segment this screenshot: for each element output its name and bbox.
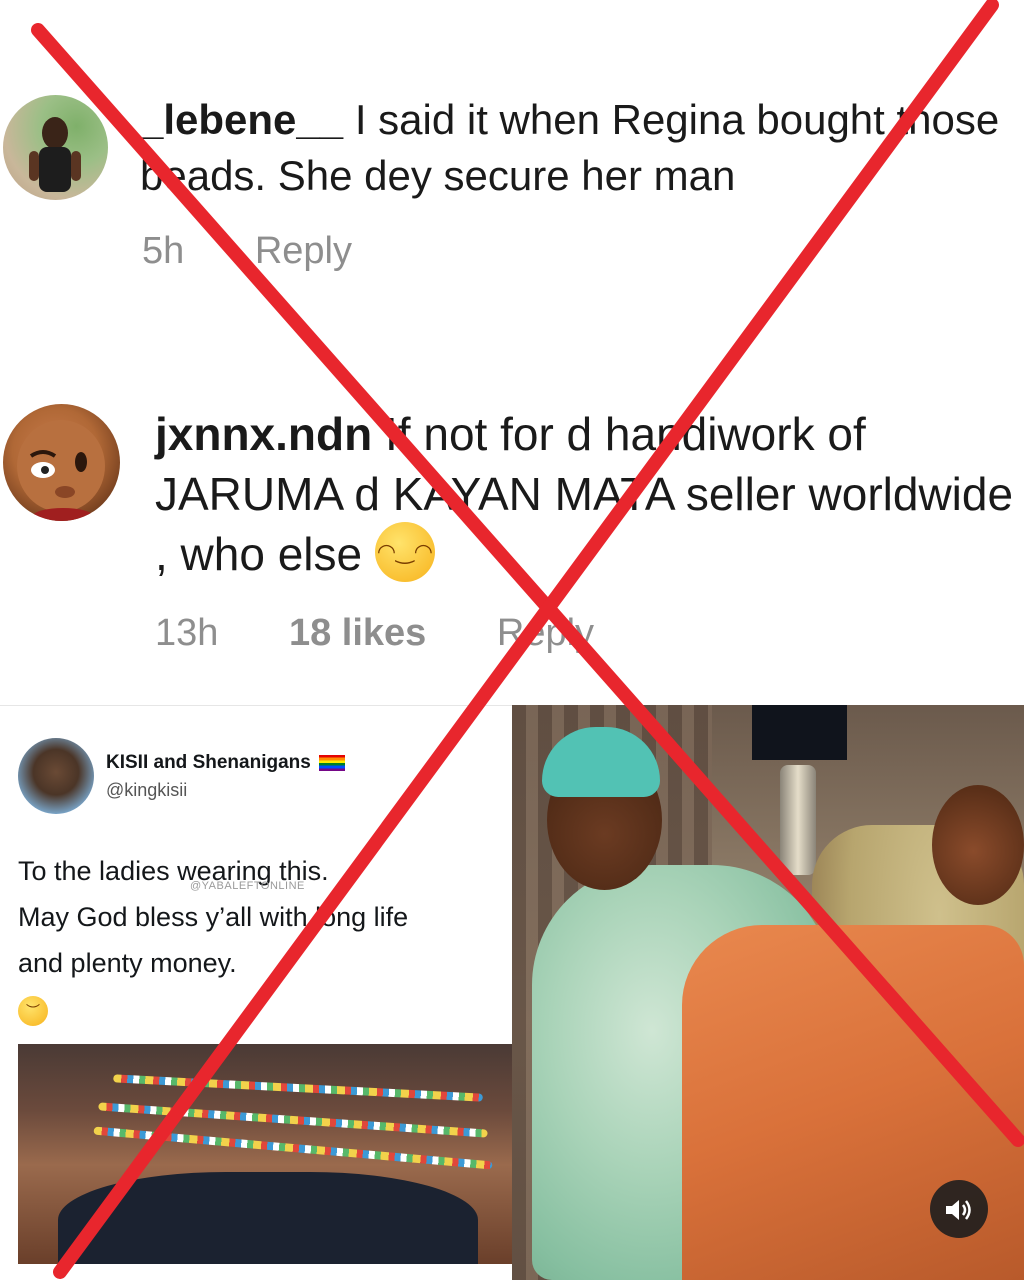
reply-button[interactable]: Reply bbox=[497, 612, 594, 654]
comment-username[interactable]: _lebene__ bbox=[140, 96, 343, 143]
rolling-laughing-emoji-icon: ◠‿◠ bbox=[374, 521, 435, 582]
shorts-shape bbox=[58, 1172, 478, 1264]
bead-strand bbox=[113, 1074, 483, 1102]
tweet-line: May God bless y’all with long life bbox=[18, 902, 409, 932]
comment-text: _lebene__ I said it when Regina bought t… bbox=[140, 92, 1015, 204]
comment-meta: 13h 18 likes Reply bbox=[155, 612, 654, 655]
comment-username[interactable]: jxnnx.ndn bbox=[155, 408, 372, 460]
cartoon-face-icon bbox=[17, 420, 105, 521]
reply-button[interactable]: Reply bbox=[255, 230, 352, 272]
comment-time: 5h bbox=[142, 230, 185, 272]
lamp-base bbox=[780, 765, 816, 875]
watermark: @YABALEFTONLINE bbox=[190, 880, 305, 892]
comment-text: jxnnx.ndn If not for d handiwork of JARU… bbox=[155, 404, 1015, 588]
lamp-shade bbox=[752, 705, 847, 760]
tweet-line: and plenty money. bbox=[18, 948, 237, 978]
commenter-avatar[interactable] bbox=[3, 95, 108, 200]
speaker-icon[interactable] bbox=[930, 1180, 988, 1238]
comment-likes[interactable]: 18 likes bbox=[289, 612, 426, 654]
weary-face-emoji-icon: ︶ bbox=[18, 996, 48, 1026]
comment-meta: 5h Reply bbox=[142, 230, 412, 273]
commenter-avatar[interactable] bbox=[3, 404, 120, 521]
tweet-text: To the ladies wearing this. May God bles… bbox=[18, 848, 498, 986]
person-silhouette-icon bbox=[29, 117, 81, 192]
person-head bbox=[932, 785, 1024, 905]
tweet-display-name-text: KISII and Shenanigans bbox=[106, 752, 311, 773]
rainbow-flag-icon bbox=[318, 754, 345, 771]
tweet-display-name[interactable]: KISII and Shenanigans bbox=[106, 752, 345, 774]
comment-time: 13h bbox=[155, 612, 219, 654]
speaker-glyph bbox=[946, 1199, 971, 1220]
tweet-avatar[interactable] bbox=[18, 738, 94, 814]
waist-beads-photo bbox=[18, 1044, 512, 1264]
tweet-card: KISII and Shenanigans @kingkisii To the … bbox=[0, 705, 512, 1264]
tweet-handle[interactable]: @kingkisii bbox=[106, 780, 187, 801]
